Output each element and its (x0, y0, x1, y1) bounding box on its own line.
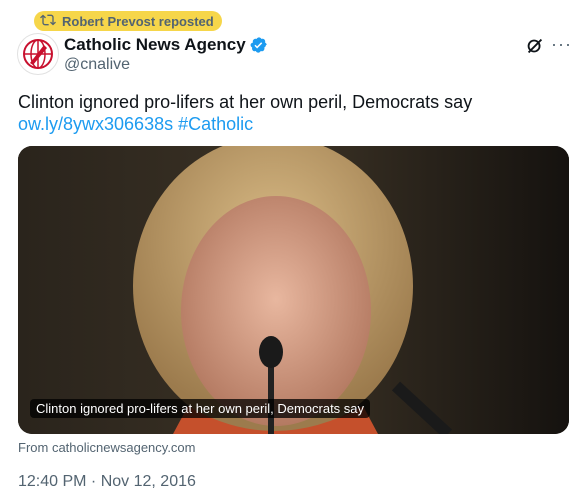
card-caption: Clinton ignored pro-lifers at her own pe… (30, 399, 371, 418)
verified-badge-icon (250, 36, 268, 54)
tweet-timestamp[interactable]: 12:40 PM · Nov 12, 2016 (18, 473, 196, 491)
article-photo (18, 146, 569, 434)
grok-icon[interactable] (524, 35, 546, 57)
card-source[interactable]: From catholicnewsagency.com (18, 440, 196, 455)
author-handle[interactable]: @cnalive (64, 56, 130, 74)
link-card-media[interactable]: Clinton ignored pro-lifers at her own pe… (18, 146, 569, 434)
tweet-hashtag[interactable]: #Catholic (178, 114, 253, 134)
more-options-icon[interactable]: ··· (551, 34, 572, 55)
repost-icon (40, 12, 56, 31)
tweet-link[interactable]: ow.ly/8ywx306638s (18, 114, 173, 134)
tweet-text: Clinton ignored pro-lifers at her own pe… (18, 92, 473, 112)
cna-logo-icon (23, 39, 53, 69)
author-display-name[interactable]: Catholic News Agency (64, 35, 246, 55)
tweet-links: ow.ly/8ywx306638s #Catholic (18, 112, 253, 136)
repost-label: Robert Prevost reposted (62, 13, 214, 29)
repost-banner[interactable]: Robert Prevost reposted (34, 11, 222, 31)
author-name-row[interactable]: Catholic News Agency (64, 35, 268, 55)
avatar[interactable] (17, 33, 59, 75)
